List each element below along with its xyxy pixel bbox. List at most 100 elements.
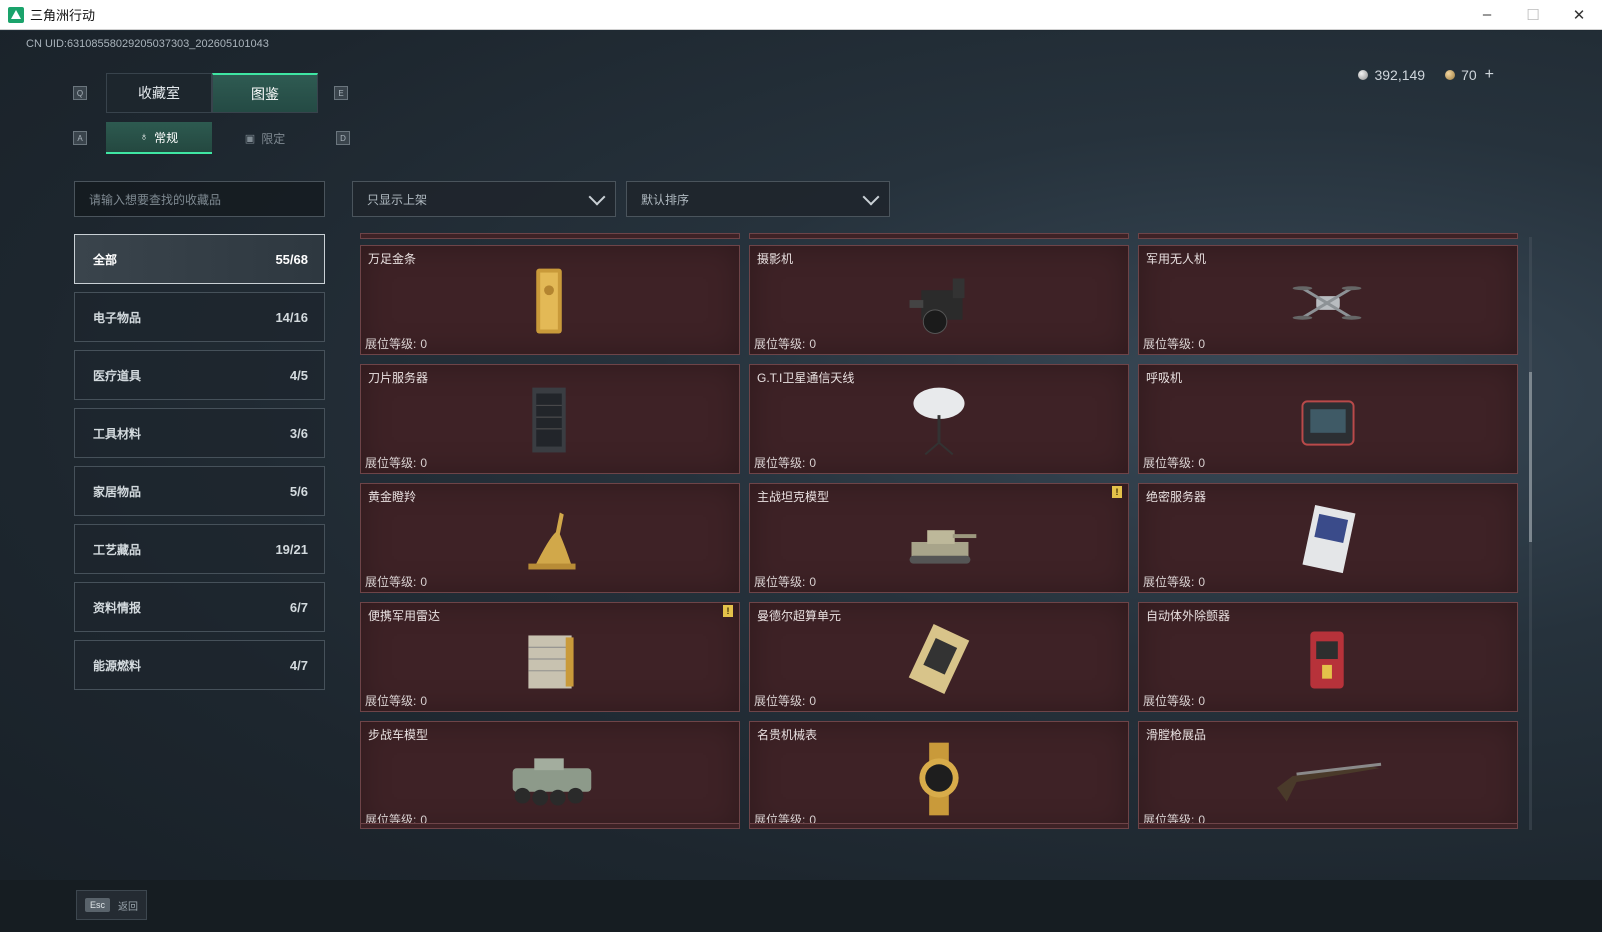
item-card[interactable]: 步战车模型 展位等级: 0 — [360, 721, 740, 829]
item-card[interactable]: 刀片服务器展位等级: 0 — [360, 364, 740, 474]
booth-level-value: 0 — [809, 456, 817, 470]
booth-level: 展位等级: 0 — [365, 573, 427, 590]
item-card[interactable]: 军用无人机展位等级: 0 — [1138, 245, 1518, 355]
tab-collection-room[interactable]: 收藏室 — [106, 73, 212, 113]
minimize-button[interactable]: – — [1464, 0, 1510, 30]
booth-level: 展位等级: 0 — [1143, 692, 1205, 709]
category-label: 能源燃料 — [93, 658, 142, 673]
back-label: 返回 — [118, 901, 139, 913]
category-list: 全部 55/68 电子物品 14/16 医疗道具 4/5 工具材料 3/6 家居… — [74, 234, 325, 698]
category-crafts[interactable]: 工艺藏品 19/21 — [74, 524, 325, 574]
radar-icon — [528, 635, 574, 689]
sort-value: 默认排序 — [641, 192, 690, 207]
add-currency-button[interactable]: + — [1485, 66, 1494, 84]
category-label: 工艺藏品 — [93, 542, 142, 557]
maximize-button[interactable]: ☐ — [1510, 0, 1556, 30]
category-medical[interactable]: 医疗道具 4/5 — [74, 350, 325, 400]
category-household[interactable]: 家居物品 5/6 — [74, 466, 325, 516]
booth-level-label: 展位等级: — [365, 575, 417, 589]
satellite-dish-icon — [913, 387, 965, 456]
silver-currency: 392,149 — [1358, 67, 1425, 83]
item-card[interactable]: 曼德尔超算单元 展位等级: 0 — [749, 602, 1129, 712]
scrollbar-thumb[interactable] — [1529, 372, 1532, 542]
category-electronics[interactable]: 电子物品 14/16 — [74, 292, 325, 342]
category-count: 4/7 — [289, 657, 308, 673]
item-card[interactable]: 便携军用雷达 展位等级: 0! — [360, 602, 740, 712]
booth-level-label: 展位等级: — [365, 694, 417, 708]
close-button[interactable]: ✕ — [1556, 0, 1602, 30]
category-intel[interactable]: 资料情报 6/7 — [74, 582, 325, 632]
category-label: 医疗道具 — [93, 368, 142, 383]
booth-level-label: 展位等级: — [754, 337, 806, 351]
item-card[interactable]: 摄影机展位等级: 0 — [749, 245, 1129, 355]
window-titlebar: 三角洲行动 – ☐ ✕ — [0, 0, 1602, 30]
item-card[interactable]: 主战坦克模型 展位等级: 0! — [749, 483, 1129, 593]
item-name: 黄金瞪羚 — [368, 490, 417, 504]
grid-row-partial-bottom — [360, 823, 1518, 829]
category-count: 55/68 — [275, 251, 308, 267]
tab-codex[interactable]: 图鉴 — [212, 73, 318, 113]
item-card[interactable]: 名贵机械表 展位等级: 0 — [749, 721, 1129, 829]
regular-icon: ♁ — [139, 131, 149, 143]
item-name: G.T.I卫星通信天线 — [757, 371, 855, 385]
category-fuel[interactable]: 能源燃料 4/7 — [74, 640, 325, 690]
category-all[interactable]: 全部 55/68 — [74, 234, 325, 284]
app-logo-icon — [8, 6, 24, 23]
display-filter-dropdown[interactable]: 只显示上架 — [352, 181, 616, 217]
gold-currency: 70 + — [1445, 66, 1494, 84]
item-name: 自动体外除颤器 — [1146, 609, 1231, 623]
item-name: 摄影机 — [757, 252, 794, 266]
sort-dropdown[interactable]: 默认排序 — [626, 181, 890, 217]
gold-bar-icon — [536, 268, 562, 334]
gazelle-statue-icon — [528, 512, 576, 570]
game-screen: CN UID:6310855802920503730​3_20260510104… — [0, 31, 1602, 932]
camera-icon — [909, 278, 965, 334]
bottom-bar: Esc 返回 — [0, 880, 1602, 932]
watch-icon — [919, 742, 959, 816]
item-card[interactable]: 呼吸机 展位等级: 0 — [1138, 364, 1518, 474]
key-hint-q: Q — [73, 86, 87, 100]
gold-amount: 70 — [1461, 67, 1477, 83]
booth-level-value: 0 — [1198, 575, 1206, 589]
category-count: 4/5 — [289, 367, 308, 383]
back-button[interactable]: Esc 返回 — [76, 890, 148, 920]
category-count: 6/7 — [289, 599, 308, 615]
booth-level-label: 展位等级: — [754, 694, 806, 708]
booth-level-value: 0 — [1198, 694, 1206, 708]
item-card[interactable]: 绝密服务器 展位等级: 0 — [1138, 483, 1518, 593]
subtab-limited[interactable]: ▣ 限定 — [212, 122, 318, 154]
item-card[interactable]: 自动体外除颤器 展位等级: 0 — [1138, 602, 1518, 712]
search-input[interactable]: 请输入想要查找的收藏品 — [74, 181, 325, 217]
item-name: 主战坦克模型 — [757, 490, 830, 504]
booth-level: 展位等级: 0 — [365, 335, 427, 352]
window-controls: – ☐ ✕ — [1464, 0, 1602, 30]
booth-level-label: 展位等级: — [1143, 456, 1195, 470]
item-name: 刀片服务器 — [368, 371, 429, 385]
ifv-icon — [512, 758, 592, 806]
booth-level: 展位等级: 0 — [754, 335, 816, 352]
tank-icon — [909, 530, 977, 564]
category-label: 家居物品 — [93, 484, 142, 499]
booth-level: 展位等级: 0 — [1143, 335, 1205, 352]
subtab-regular[interactable]: ♁ 常规 — [106, 122, 212, 154]
item-card[interactable]: 黄金瞪羚展位等级: 0 — [360, 483, 740, 593]
item-card[interactable]: 滑膛枪展品 展位等级: 0 — [1138, 721, 1518, 829]
main-tabs: 收藏室 图鉴 — [106, 73, 318, 113]
booth-level-label: 展位等级: — [754, 456, 806, 470]
booth-level-value: 0 — [420, 456, 428, 470]
item-name: 便携军用雷达 — [368, 609, 441, 623]
item-name: 军用无人机 — [1146, 252, 1207, 266]
player-uid: CN UID:6310855802920503730​3_20260510104… — [26, 38, 269, 50]
item-card[interactable]: G.T.I卫星通信天线 展位等级: 0 — [749, 364, 1129, 474]
grid-scrollbar[interactable] — [1529, 237, 1532, 830]
booth-level: 展位等级: 0 — [754, 692, 816, 709]
ventilator-icon — [1301, 400, 1355, 446]
currency-display: 392,149 70 + — [1358, 66, 1494, 84]
booth-level: 展位等级: 0 — [365, 454, 427, 471]
esc-key-hint: Esc — [85, 898, 111, 912]
booth-level-label: 展位等级: — [1143, 337, 1195, 351]
item-grid-viewport[interactable]: 万足金条 展位等级: 0 摄影机 展位等级: 0 军用无人机 展位等级: 0 刀片服务器 展位等级:… — [360, 233, 1530, 829]
window-title: 三角洲行动 — [30, 8, 96, 23]
category-tools[interactable]: 工具材料 3/6 — [74, 408, 325, 458]
item-card[interactable]: 万足金条 展位等级: 0 — [360, 245, 740, 355]
